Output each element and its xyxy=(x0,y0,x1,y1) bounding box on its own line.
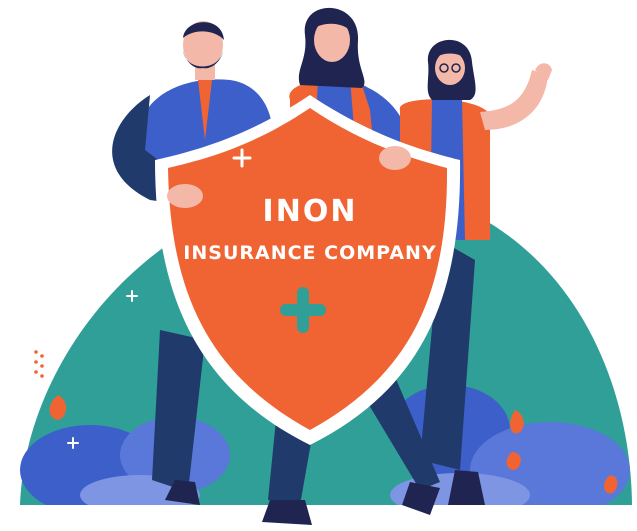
insurance-illustration xyxy=(20,7,632,531)
brand-name: INON xyxy=(262,194,358,229)
brand-subtitle: INSURANCE COMPANY xyxy=(183,242,437,264)
illustration: INON INSURANCE COMPANY xyxy=(0,0,637,531)
hand-right xyxy=(379,146,411,170)
dotted-decoration xyxy=(34,350,44,378)
